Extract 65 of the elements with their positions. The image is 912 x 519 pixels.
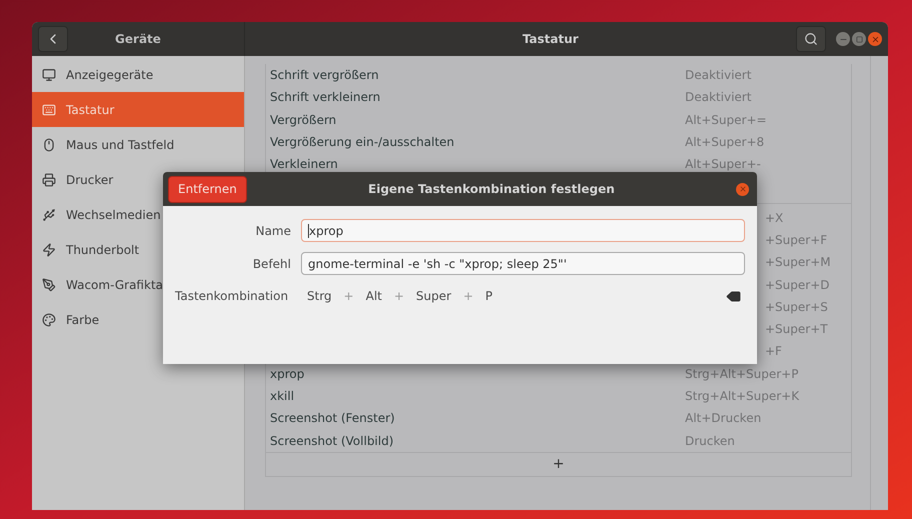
shortcut-accel: +F [765,343,783,360]
shortcut-accel: Alt+Super+= [685,112,768,129]
close-button[interactable] [868,32,882,46]
dialog-title: Eigene Tastenkombination festlegen [367,181,616,198]
backspace-icon[interactable] [726,288,741,304]
shortcut-accel: +X [765,210,784,227]
maximize-icon [856,36,862,42]
shortcut-accel: Deaktiviert [685,67,752,84]
sidebar-item[interactable]: Farbe [32,302,244,337]
field-label: Befehl [252,256,291,272]
key-label: Strg [306,288,333,305]
sidebar-title: Geräte [114,31,162,48]
shortcut-accel: Strg+Alt+Super+K [685,388,800,405]
shortcut-name[interactable]: Vergrößerung ein-/ausschalten [270,133,685,152]
shortcut-accel: Alt+Drucken [685,410,762,428]
search-button[interactable] [796,26,826,52]
shortcut-name[interactable]: Vergrößern [270,110,685,129]
key-label: Super [415,288,452,305]
sidebar-item[interactable]: Maus und Tastfeld [32,127,244,162]
shortcut-accel: +Super+D [765,276,831,294]
close-icon [870,34,880,44]
minimize-button[interactable] [836,32,850,46]
mouse-icon [42,138,56,152]
plus-sign: + [392,288,406,305]
shortcut-accel: Alt+Super+8 [685,134,766,152]
shortcut-name[interactable]: Screenshot (Vollbild) [270,432,685,450]
text-field[interactable]: gnome-terminal -e 'sh -c "xprop; sleep 25"' [301,252,745,275]
shortcut-name[interactable]: Schrift vergrößern [270,66,685,84]
window-title: Tastatur [522,31,580,48]
dialog-close-button[interactable] [736,182,749,196]
close-icon [738,185,746,193]
text-field[interactable]: xprop [301,219,745,242]
search-icon [804,32,818,46]
remove-button[interactable]: Entfernen [168,176,247,202]
shortcut-name[interactable]: Verkleinern [270,155,685,174]
back-button[interactable] [38,26,68,52]
usb-icon [42,208,56,222]
plus-sign: + [462,288,474,305]
sidebar-item[interactable]: Anzeigegeräte [32,57,244,92]
key-label: Alt [364,288,383,305]
keyboard-icon [42,102,56,116]
add-shortcut-button[interactable]: + [266,452,851,476]
maximize-button[interactable] [852,32,866,46]
printer-icon [42,172,56,186]
shortcut-name[interactable]: Screenshot (Fenster) [270,409,685,428]
shortcut-accel: Deaktiviert [685,89,752,106]
shortcut-name[interactable]: Schrift verkleinern [270,88,685,106]
palette-icon [42,312,56,326]
shortcut-accel: +Super+T [765,321,829,338]
key-label: P [484,288,494,305]
field-label: Name [254,222,291,240]
monitor-icon [42,68,56,82]
plus-sign: + [342,288,355,305]
shortcut-accel: +Super+S [765,298,829,316]
shortcut-accel: +Super+F [765,232,828,249]
sidebar-item[interactable]: Thunderbolt [32,232,244,267]
shortcut-name[interactable]: xkill [270,387,685,405]
pen-icon [42,278,56,292]
shortcut-accel: Drucken [685,432,736,450]
shortcut-accel: +Super+M [765,254,832,272]
shortcut-label: Tastenkombination [175,288,290,305]
shortcut-name[interactable]: xprop [270,364,685,383]
shortcut-accel: Strg+Alt+Super+P [685,366,800,383]
shortcut-accel: Alt+Super+- [685,156,762,174]
bolt-icon [42,242,56,256]
